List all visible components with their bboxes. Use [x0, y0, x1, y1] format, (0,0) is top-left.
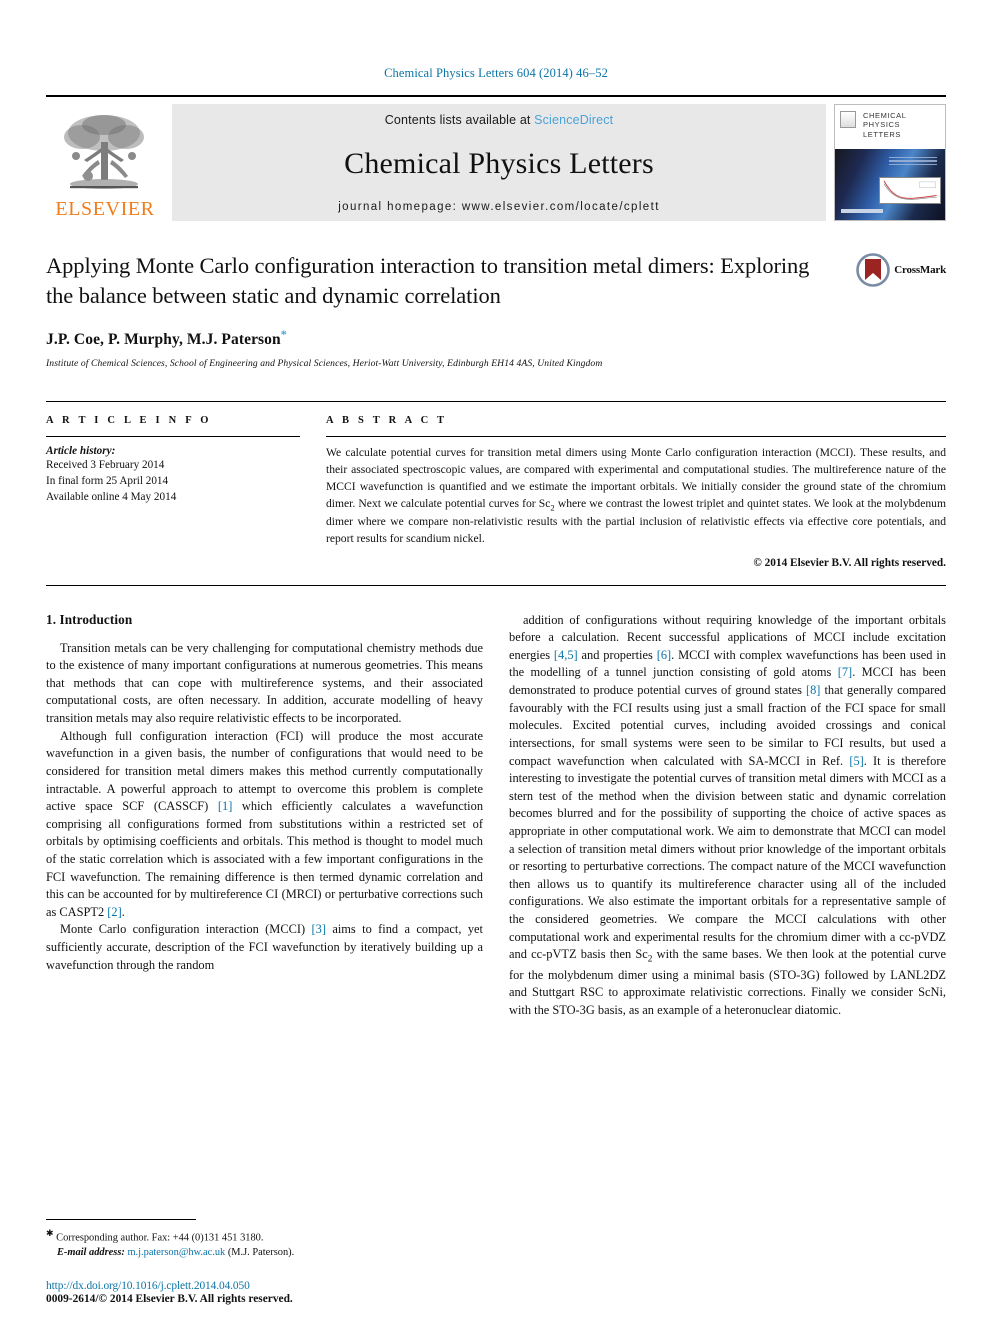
abstract-heading: A B S T R A C T: [326, 415, 448, 426]
corresponding-author-marker: *: [280, 326, 287, 341]
issn-copyright-line: 0009-2614/© 2014 Elsevier B.V. All right…: [46, 1293, 293, 1305]
journal-masthead: ELSEVIER Contents lists available at Sci…: [46, 95, 946, 221]
crossmark-badge[interactable]: CrossMark: [856, 253, 946, 287]
cover-inset-figure: [879, 177, 941, 205]
cover-elsevier-mark-icon: [840, 111, 856, 128]
citation-ref[interactable]: [8]: [806, 683, 820, 697]
journal-homepage-line[interactable]: journal homepage: www.elsevier.com/locat…: [338, 201, 660, 213]
body-columns: 1. Introduction Transition metals can be…: [46, 612, 946, 1020]
abstract-text: We calculate potential curves for transi…: [326, 446, 946, 545]
paragraph-left-1: Transition metals can be very challengin…: [46, 640, 483, 726]
contents-prefix: Contents lists available at: [384, 113, 531, 127]
cover-title-line-2: PHYSICS: [863, 120, 901, 130]
contents-available-line: Contents lists available at ScienceDirec…: [385, 113, 613, 127]
elsevier-logo: ELSEVIER: [46, 104, 164, 221]
footnote-email-label: E-mail address:: [57, 1247, 125, 1259]
citation-ref[interactable]: [1]: [218, 799, 232, 813]
footnote-divider: [46, 1219, 196, 1221]
cover-footer-bar: [841, 208, 883, 213]
footnote-email-link[interactable]: m.j.paterson@hw.ac.uk: [127, 1247, 225, 1258]
sciencedirect-link[interactable]: ScienceDirect: [534, 113, 613, 127]
affiliation: Institute of Chemical Sciences, School o…: [46, 358, 603, 369]
abstract-copyright: © 2014 Elsevier B.V. All rights reserved…: [753, 556, 946, 569]
title-block: CrossMark Applying Monte Carlo configura…: [46, 251, 946, 369]
cover-inset-plot-icon: [880, 178, 940, 204]
article-info-divider: [46, 436, 300, 437]
cover-artwork: [835, 148, 945, 220]
journal-cover-thumbnail: CHEMICAL PHYSICS LETTERS: [834, 104, 946, 221]
citation-ref[interactable]: [5]: [849, 754, 863, 768]
footnote-email-line: E-mail address: m.j.paterson@hw.ac.uk (M…: [46, 1246, 483, 1261]
cover-header-lines: [889, 156, 937, 168]
abstract-column: A B S T R A C T We calculate potential c…: [326, 415, 946, 569]
citation-ref[interactable]: [4,5]: [554, 648, 578, 662]
author-names: J.P. Coe, P. Murphy, M.J. Paterson: [46, 331, 281, 348]
article-history-available-online: Available online 4 May 2014: [46, 491, 177, 504]
article-info-heading: A R T I C L E I N F O: [46, 415, 212, 426]
cover-journal-title: CHEMICAL PHYSICS LETTERS: [863, 111, 907, 139]
body-left-column: 1. Introduction Transition metals can be…: [46, 612, 483, 1020]
paragraph-left-2: Although full configuration interaction …: [46, 728, 484, 919]
elsevier-tree-icon: [64, 115, 144, 189]
publication-meta: http://dx.doi.org/10.1016/j.cplett.2014.…: [46, 1280, 546, 1305]
article-info-abstract-block: A R T I C L E I N F O Article history: R…: [46, 401, 946, 586]
footnote-email-suffix: (M.J. Paterson).: [227, 1247, 295, 1259]
article-history-title: Article history:: [46, 445, 116, 457]
footnote-corresponding-author: ✱ Corresponding author. Fax: +44 (0)131 …: [46, 1227, 483, 1246]
body-right-column: addition of configurations without requi…: [509, 612, 946, 1020]
section-heading-introduction: 1. Introduction: [46, 611, 133, 627]
cover-title-line-3: LETTERS: [863, 129, 901, 139]
journal-title: Chemical Physics Letters: [344, 147, 654, 180]
masthead-center: Contents lists available at ScienceDirec…: [172, 104, 826, 221]
doi-link[interactable]: http://dx.doi.org/10.1016/j.cplett.2014.…: [46, 1280, 546, 1292]
crossmark-label: CrossMark: [894, 264, 946, 276]
paragraph-left-3: Monte Carlo configuration interaction (M…: [46, 922, 483, 972]
article-info-column: A R T I C L E I N F O Article history: R…: [46, 415, 300, 569]
article-history-received: Received 3 February 2014: [46, 459, 165, 471]
crossmark-icon: [856, 253, 891, 287]
cover-top: CHEMICAL PHYSICS LETTERS: [835, 105, 945, 149]
footnote-corresponding-text: Corresponding author. Fax: +44 (0)131 45…: [56, 1232, 264, 1244]
citation-ref[interactable]: [2]: [107, 905, 121, 919]
author-list: J.P. Coe, P. Murphy, M.J. Paterson*: [46, 327, 946, 349]
citation-ref[interactable]: [3]: [312, 922, 326, 936]
paragraph-right-1: addition of configurations without requi…: [509, 612, 946, 1018]
elsevier-wordmark: ELSEVIER: [55, 198, 155, 220]
citation-ref[interactable]: [7]: [838, 665, 852, 679]
footnote-star-icon: ✱: [46, 1228, 54, 1239]
cover-title-line-1: CHEMICAL: [863, 111, 907, 120]
footnote-block: ✱ Corresponding author. Fax: +44 (0)131 …: [46, 1219, 483, 1261]
running-head: Chemical Physics Letters 604 (2014) 46–5…: [384, 66, 608, 80]
page-title: Applying Monte Carlo configuration inter…: [46, 253, 810, 308]
abstract-divider: [326, 436, 946, 437]
paper-page: Chemical Physics Letters 604 (2014) 46–5…: [0, 0, 992, 1323]
article-history-final-form: In final form 25 April 2014: [46, 475, 169, 488]
citation-ref[interactable]: [6]: [657, 648, 671, 662]
